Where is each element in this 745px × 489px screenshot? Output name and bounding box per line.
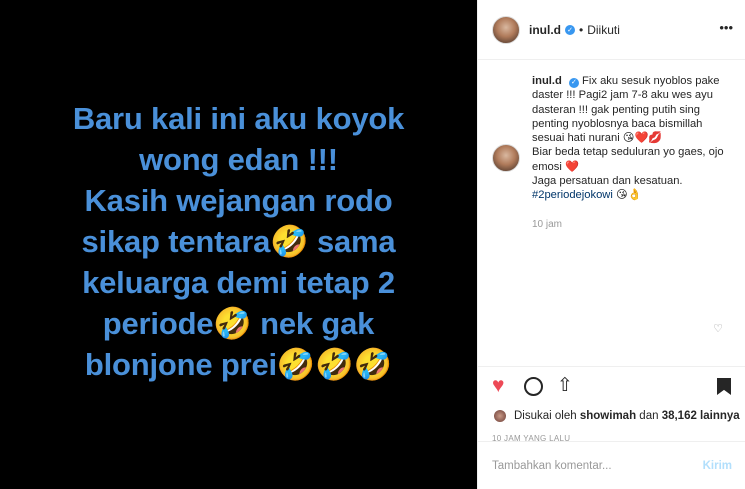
caption-username[interactable]: inul.d <box>532 75 562 87</box>
caption-text: Jaga persatuan dan kesatuan. <box>532 175 683 188</box>
hashtag-link[interactable]: #2periodejokowi <box>532 189 613 201</box>
caption-body: inul.d ✓ Fix aku sesuk nyoblos pake dast… <box>532 74 730 232</box>
post-comment-button[interactable]: Kirim <box>703 460 732 472</box>
likes-summary: Disukai oleh showimah dan 38,162 lainnya <box>478 407 745 425</box>
share-icon[interactable]: ⇧ <box>557 375 573 397</box>
post-header: inul.d ✓ • Diikuti ••• <box>478 0 745 60</box>
post-text-line: blonjone prei🤣🤣🤣 <box>84 347 393 382</box>
comments-section: inul.d ✓ Fix aku sesuk nyoblos pake dast… <box>478 60 745 367</box>
likes-prefix: Disukai oleh <box>514 410 577 422</box>
verified-badge-icon: ✓ <box>568 78 579 89</box>
post-text-line: sikap tentara🤣 sama <box>81 224 396 259</box>
verified-badge-icon: ✓ <box>565 24 575 35</box>
avatar[interactable] <box>492 15 520 44</box>
post-text-line: keluarga demi tetap 2 <box>82 265 395 300</box>
caption-comment: inul.d ✓ Fix aku sesuk nyoblos pake dast… <box>492 74 731 232</box>
post-text-line: periode🤣 nek gak <box>102 306 375 341</box>
header-username[interactable]: inul.d <box>529 23 561 37</box>
action-bar: ♥ ⇧ <box>478 367 745 407</box>
post-image-text: Baru kali ini aku koyok wong edan !!! Ka… <box>4 98 474 385</box>
add-comment-bar: Kirim <box>478 441 745 489</box>
post-text-line: Kasih wejangan rodo <box>84 183 393 218</box>
separator-dot: • <box>579 22 584 37</box>
comment-like-icon[interactable]: ♡ <box>713 322 723 335</box>
caption-emojis: 😘👌 <box>615 189 642 202</box>
post-text-line: Baru kali ini aku koyok <box>72 101 405 136</box>
follow-status-button[interactable]: Diikuti <box>587 23 620 37</box>
liker-avatar <box>494 410 506 422</box>
post-sidebar: inul.d ✓ • Diikuti ••• inul.d ✓ Fix aku … <box>477 0 745 489</box>
more-options-icon[interactable]: ••• <box>719 20 733 35</box>
avatar[interactable] <box>492 144 520 172</box>
like-heart-icon[interactable]: ♥ <box>492 375 504 397</box>
liker-username[interactable]: showimah <box>580 410 636 422</box>
caption-text: Biar beda tetap seduluran yo gaes, ojo e… <box>532 146 724 173</box>
post-text-line: wong edan !!! <box>139 142 338 177</box>
comment-input[interactable] <box>492 459 703 472</box>
likes-count[interactable]: 38,162 lainnya <box>662 410 740 422</box>
post-image: Baru kali ini aku koyok wong edan !!! Ka… <box>0 0 477 489</box>
bookmark-icon[interactable] <box>717 378 731 395</box>
comment-bubble-icon[interactable] <box>524 377 543 396</box>
likes-middle: dan <box>639 410 659 422</box>
caption-time: 10 jam <box>532 218 563 230</box>
